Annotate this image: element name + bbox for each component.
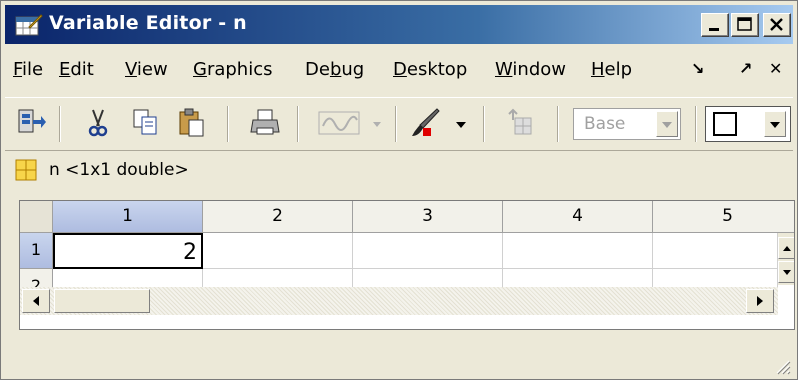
horizontal-scrollbar[interactable]	[20, 287, 778, 315]
column-header[interactable]: 4	[503, 201, 653, 233]
column-header[interactable]: 2	[203, 201, 353, 233]
plot-icon[interactable]	[317, 106, 363, 140]
row-header[interactable]: 1	[20, 233, 53, 269]
window-title: Variable Editor - n	[49, 12, 247, 34]
brush-dropdown-icon[interactable]	[453, 106, 469, 140]
table-cell[interactable]	[653, 233, 778, 269]
menu-graphics[interactable]: Graphics	[193, 59, 273, 80]
variable-editor-window: Variable Editor - n File Edit View Graph…	[0, 0, 798, 380]
table-cell[interactable]	[353, 233, 503, 269]
scroll-right-button[interactable]	[746, 289, 774, 313]
scroll-up-button[interactable]	[778, 237, 794, 259]
resize-grip-icon[interactable]	[773, 357, 791, 375]
title-bar[interactable]: Variable Editor - n	[5, 5, 793, 44]
close-icon	[770, 18, 783, 31]
menu-debug[interactable]: Debug	[305, 59, 364, 80]
horizontal-scroll-thumb[interactable]	[54, 289, 150, 313]
stack-select[interactable]	[705, 106, 791, 142]
undock-button[interactable]: ↗	[739, 59, 752, 78]
variable-info-bar: n <1x1 double>	[5, 151, 793, 191]
minimize-icon	[709, 28, 719, 31]
dock-button[interactable]: ↘	[691, 59, 704, 78]
table-cell[interactable]	[203, 233, 353, 269]
cut-icon[interactable]	[81, 106, 115, 140]
vertical-scrollbar[interactable]	[778, 233, 794, 285]
stack-icon	[713, 112, 737, 136]
menu-file[interactable]: File	[13, 59, 43, 80]
copy-icon[interactable]	[129, 106, 163, 140]
grid-icon	[15, 159, 37, 181]
brush-icon[interactable]	[409, 106, 443, 140]
column-header-row: 1 2 3 4 5	[20, 201, 794, 233]
menu-desktop[interactable]: Desktop	[393, 59, 467, 80]
menu-edit[interactable]: Edit	[59, 59, 94, 80]
menu-bar: File Edit View Graphics Debug Desktop Wi…	[5, 49, 793, 89]
variable-label: n <1x1 double>	[49, 160, 189, 180]
toolbar-separator	[483, 106, 485, 142]
toolbar-separator	[227, 106, 229, 142]
scroll-left-button[interactable]	[22, 289, 50, 313]
table-cell[interactable]: 2	[53, 233, 203, 269]
menu-window[interactable]: Window	[495, 59, 566, 80]
menu-view[interactable]: View	[125, 59, 168, 80]
column-header[interactable]: 5	[653, 201, 794, 233]
chevron-down-icon	[770, 122, 780, 128]
stack-dropdown-button[interactable]	[764, 111, 786, 137]
paste-icon[interactable]	[175, 106, 209, 140]
status-bar	[5, 339, 793, 377]
toolbar-separator	[59, 106, 61, 142]
menu-help[interactable]: Help	[591, 59, 632, 80]
close-editor-button[interactable]: ✕	[769, 59, 782, 78]
toolbar: Base	[5, 97, 793, 151]
maximize-button[interactable]	[731, 13, 759, 37]
arrow-down-icon	[783, 270, 791, 275]
table-cell[interactable]	[503, 233, 653, 269]
toolbar-separator	[395, 106, 397, 142]
variable-editor-icon	[15, 14, 43, 36]
toolbar-separator	[297, 106, 299, 142]
close-button[interactable]	[763, 13, 791, 37]
maximize-icon	[737, 17, 752, 31]
arrow-up-icon	[783, 246, 791, 251]
link-icon[interactable]	[501, 106, 535, 140]
workspace-select-value: Base	[584, 114, 626, 134]
toolbar-separator	[557, 106, 559, 142]
arrow-left-icon	[33, 296, 39, 306]
spreadsheet-grid: 1 2 3 4 5 1 2 2	[19, 200, 795, 330]
plot-dropdown-icon[interactable]	[369, 106, 385, 140]
select-all-corner[interactable]	[20, 201, 53, 233]
print-icon[interactable]	[249, 106, 283, 140]
column-header[interactable]: 1	[53, 201, 203, 233]
workspace-select[interactable]: Base	[573, 108, 681, 140]
chevron-down-icon	[662, 122, 672, 128]
minimize-button[interactable]	[701, 13, 729, 37]
workspace-dropdown-button[interactable]	[656, 111, 678, 137]
scroll-down-button[interactable]	[778, 261, 794, 283]
arrow-right-icon	[757, 296, 763, 306]
new-from-selection-icon[interactable]	[13, 106, 47, 140]
column-header[interactable]: 3	[353, 201, 503, 233]
toolbar-separator	[695, 106, 697, 142]
